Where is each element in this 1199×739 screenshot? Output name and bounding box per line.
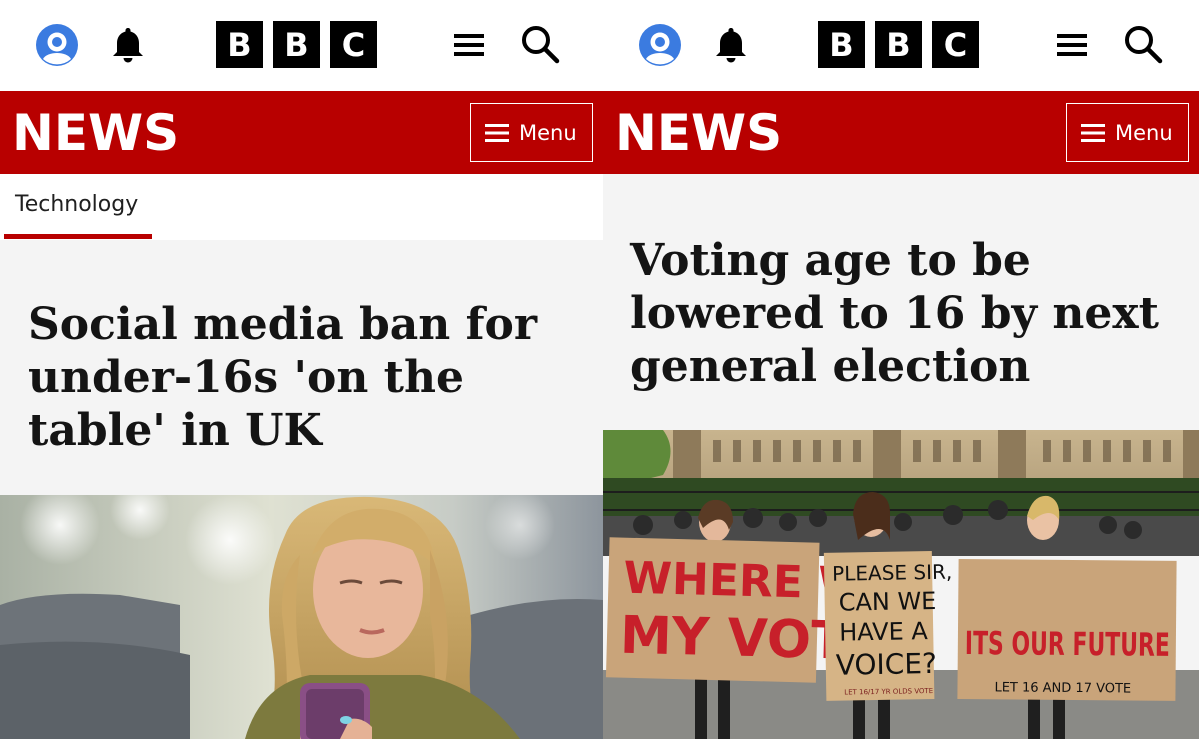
bbc-logo[interactable]: B B C xyxy=(216,21,377,68)
top-bar: B B C xyxy=(0,0,603,91)
menu-button-label: Menu xyxy=(1115,120,1173,145)
bbc-logo-letter: B xyxy=(216,21,263,68)
search-icon[interactable] xyxy=(520,24,560,64)
left-article-screen: B B C NEWS Menu Technology Social media … xyxy=(0,0,603,739)
news-logo[interactable]: NEWS xyxy=(615,103,782,163)
article-image-teen-phone[interactable] xyxy=(0,495,603,739)
bbc-logo-letter: B xyxy=(818,21,865,68)
sign-small-16-17: LET 16/17 YR OLDS VOTE xyxy=(844,687,933,697)
active-tab-indicator xyxy=(4,234,152,239)
news-banner: NEWS Menu xyxy=(603,91,1199,174)
bbc-logo-letter: B xyxy=(273,21,320,68)
tab-technology[interactable]: Technology xyxy=(15,192,138,217)
menu-button-label: Menu xyxy=(519,120,577,145)
sign-please-sir: PLEASE SIR, xyxy=(832,560,952,586)
sign-let-16-17-vote: LET 16 AND 17 VOTE xyxy=(994,680,1131,696)
sign-can-we: CAN WE xyxy=(838,587,936,617)
bbc-logo-letter: B xyxy=(875,21,922,68)
protesters-photo: WHERE WAS MY VOTE PLEASE SIR, CAN WE HAV… xyxy=(603,430,1199,739)
bbc-logo[interactable]: B B C xyxy=(818,21,979,68)
bell-icon[interactable] xyxy=(713,25,749,65)
sign-voice: VOICE? xyxy=(835,647,937,682)
section-nav: Technology xyxy=(0,174,603,240)
news-banner: NEWS Menu xyxy=(0,91,603,174)
bell-icon[interactable] xyxy=(110,25,146,65)
bbc-logo-letter: C xyxy=(330,21,377,68)
search-icon[interactable] xyxy=(1123,24,1163,64)
account-icon[interactable] xyxy=(638,23,682,67)
hamburger-icon[interactable] xyxy=(1056,30,1088,60)
menu-button[interactable]: Menu xyxy=(470,103,593,162)
teen-phone-photo xyxy=(0,495,603,739)
article-headline: Social media ban for under-16s 'on the t… xyxy=(28,299,538,456)
menu-lines-icon xyxy=(1081,123,1105,142)
bbc-logo-letter: C xyxy=(932,21,979,68)
menu-button[interactable]: Menu xyxy=(1066,103,1189,162)
news-logo[interactable]: NEWS xyxy=(12,103,179,163)
top-bar: B B C xyxy=(603,0,1199,91)
sign-its-our-future: ITS OUR FUTURE xyxy=(965,624,1170,664)
right-article-screen: B B C NEWS Menu Voting age to be lowered… xyxy=(603,0,1199,739)
screenshot-composite: B B C NEWS Menu Technology Social media … xyxy=(0,0,1199,739)
article-image-protesters[interactable]: WHERE WAS MY VOTE PLEASE SIR, CAN WE HAV… xyxy=(603,430,1199,739)
hamburger-icon[interactable] xyxy=(453,30,485,60)
article-headline: Voting age to be lowered to 16 by next g… xyxy=(630,235,1159,392)
account-icon[interactable] xyxy=(35,23,79,67)
menu-lines-icon xyxy=(485,123,509,142)
sign-have-a: HAVE A xyxy=(839,617,929,647)
